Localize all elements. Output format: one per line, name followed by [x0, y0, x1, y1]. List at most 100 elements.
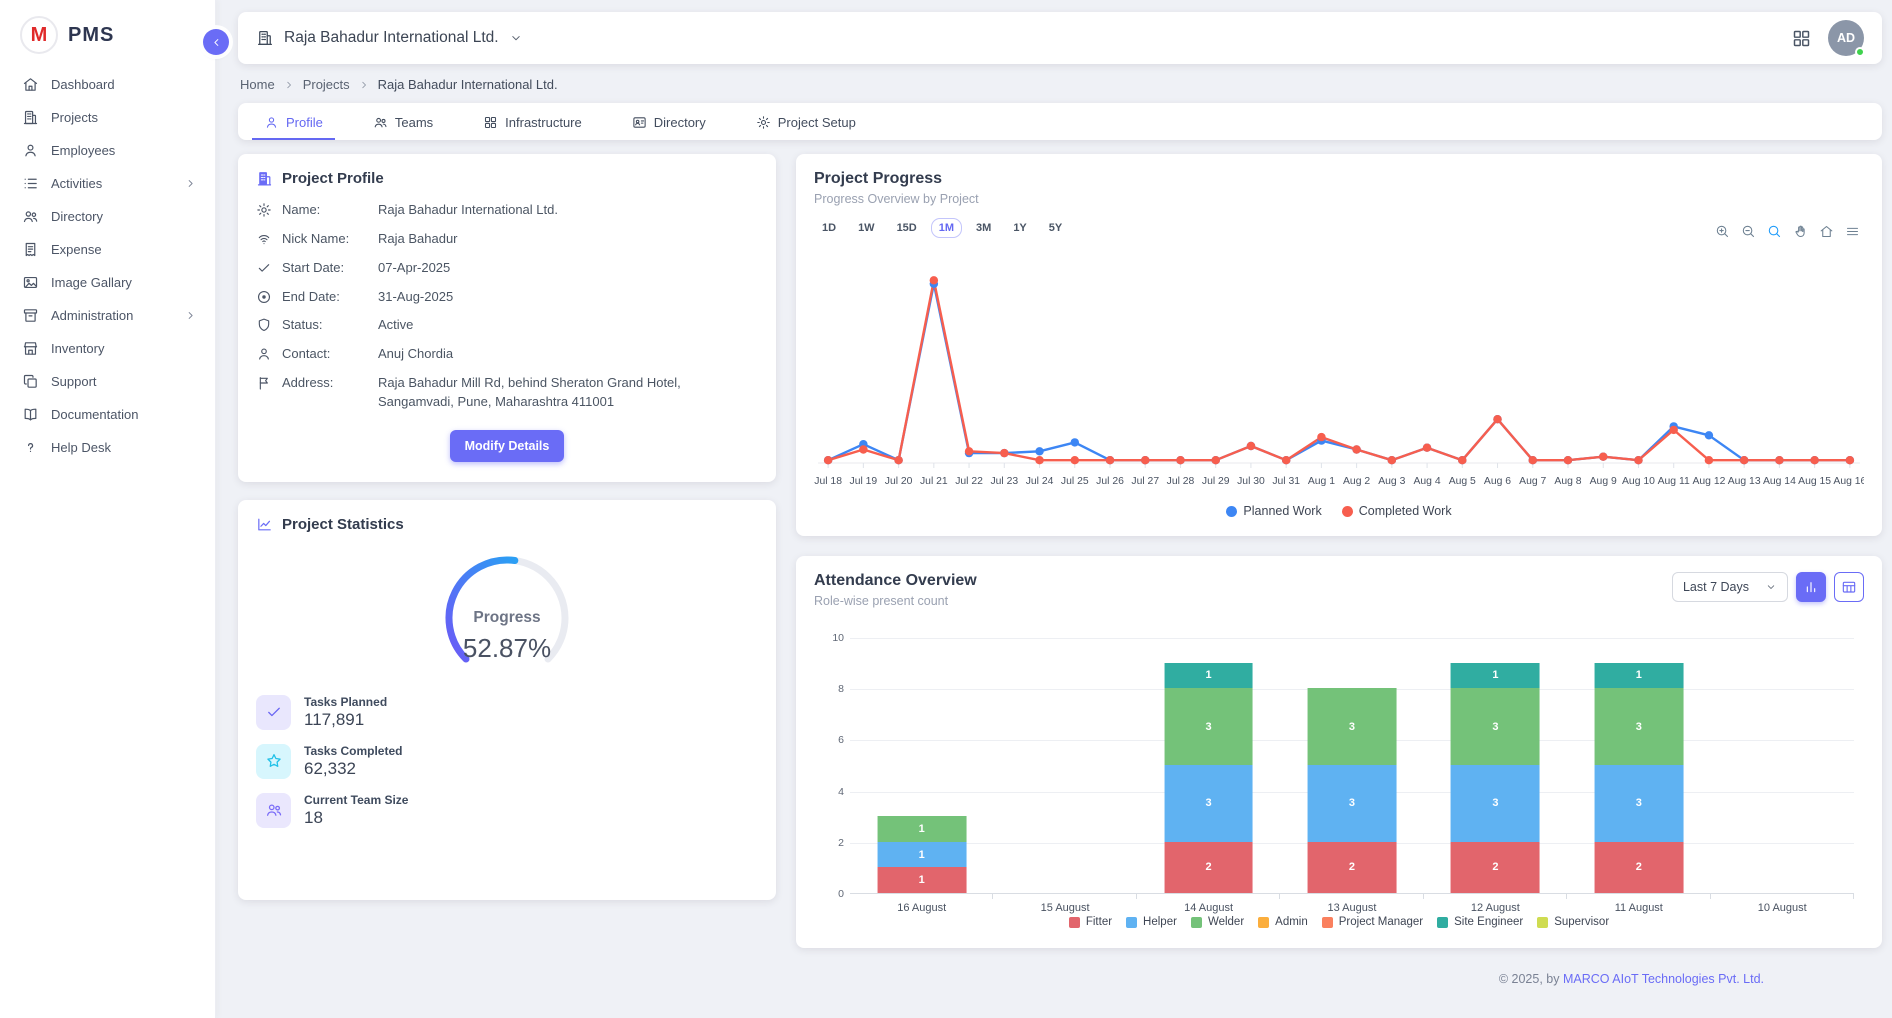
field-label: Start Date:	[282, 259, 368, 275]
sidebar-item-support[interactable]: Support	[0, 365, 215, 398]
attendance-range-select[interactable]: Last 7 Days	[1672, 572, 1788, 602]
breadcrumb-item[interactable]: Projects	[303, 77, 350, 92]
svg-text:Aug 7: Aug 7	[1519, 476, 1546, 487]
range-button-5y[interactable]: 5Y	[1041, 218, 1070, 238]
gauge-value: 52.87%	[463, 633, 551, 663]
bar-view-toggle[interactable]	[1796, 572, 1826, 602]
sidebar-item-activities[interactable]: Activities	[0, 167, 215, 200]
building-filled-icon	[256, 170, 273, 187]
legend-project-manager[interactable]: Project Manager	[1322, 916, 1423, 928]
contact-card-icon	[632, 115, 647, 130]
range-button-3m[interactable]: 3M	[968, 218, 999, 238]
sidebar-item-image-gallary[interactable]: Image Gallary	[0, 266, 215, 299]
tab-profile[interactable]: Profile	[252, 106, 335, 140]
attendance-card-title: Attendance Overview	[814, 572, 977, 590]
bar-segment-welder: 3	[1308, 688, 1397, 765]
breadcrumb-item[interactable]: Home	[240, 77, 275, 92]
circle-dot-icon	[256, 289, 272, 305]
company-selector[interactable]: Raja Bahadur International Ltd.	[256, 29, 523, 47]
bar-column	[993, 638, 1136, 893]
x-axis-label: 14 August	[1137, 902, 1280, 914]
zoom-in-icon[interactable]	[1715, 224, 1730, 239]
svg-text:Jul 19: Jul 19	[850, 476, 878, 487]
tab-project-setup[interactable]: Project Setup	[744, 106, 868, 140]
sidebar-item-directory[interactable]: Directory	[0, 200, 215, 233]
chart-line-icon	[256, 516, 273, 533]
shield-icon	[256, 317, 272, 333]
range-button-1y[interactable]: 1Y	[1005, 218, 1034, 238]
company-name: Raja Bahadur International Ltd.	[284, 29, 499, 47]
legend-planned-work[interactable]: Planned Work	[1226, 504, 1321, 518]
pan-icon[interactable]	[1793, 224, 1808, 239]
svg-text:Aug 1: Aug 1	[1308, 476, 1335, 487]
progress-card-title: Project Progress	[814, 170, 1864, 188]
x-axis-label: 12 August	[1424, 902, 1567, 914]
menu-icon[interactable]	[1845, 224, 1860, 239]
legend-admin[interactable]: Admin	[1258, 916, 1308, 928]
apps-grid-icon[interactable]	[1791, 28, 1812, 49]
sidebar-item-employees[interactable]: Employees	[0, 134, 215, 167]
chevron-left-icon	[210, 36, 223, 49]
company-link[interactable]: MARCO AIoT Technologies Pvt. Ltd.	[1563, 972, 1764, 986]
gear-icon	[756, 115, 771, 130]
svg-text:Aug 3: Aug 3	[1378, 476, 1405, 487]
modify-details-button[interactable]: Modify Details	[450, 430, 565, 462]
zoom-out-icon[interactable]	[1741, 224, 1756, 239]
field-value: 07-Apr-2025	[378, 259, 450, 278]
sidebar-item-administration[interactable]: Administration	[0, 299, 215, 332]
legend-swatch	[1191, 917, 1202, 928]
tab-label: Infrastructure	[505, 115, 582, 130]
sidebar-item-projects[interactable]: Projects	[0, 101, 215, 134]
legend-site-engineer[interactable]: Site Engineer	[1437, 916, 1523, 928]
legend-supervisor[interactable]: Supervisor	[1537, 916, 1609, 928]
range-button-15d[interactable]: 15D	[889, 218, 925, 238]
sidebar-item-expense[interactable]: Expense	[0, 233, 215, 266]
sidebar-item-help-desk[interactable]: Help Desk	[0, 431, 215, 464]
tab-label: Teams	[395, 115, 433, 130]
stat-label: Tasks Completed	[304, 744, 402, 758]
legend-label: Helper	[1143, 916, 1177, 928]
svg-text:Jul 25: Jul 25	[1061, 476, 1089, 487]
selection-zoom-icon[interactable]	[1767, 224, 1782, 239]
legend-completed-work[interactable]: Completed Work	[1342, 504, 1452, 518]
profile-field-start-date: Start Date: 07-Apr-2025	[256, 259, 758, 278]
attendance-bar-chart: 024681011123312332331233116 August15 Aug…	[850, 638, 1854, 914]
reset-zoom-icon[interactable]	[1819, 224, 1834, 239]
person-icon	[256, 346, 272, 362]
range-button-1m[interactable]: 1M	[931, 218, 962, 238]
tab-infrastructure[interactable]: Infrastructure	[471, 106, 594, 140]
chevron-right-icon	[283, 79, 295, 91]
x-axis-label: 15 August	[993, 902, 1136, 914]
field-label: Status:	[282, 316, 368, 332]
legend-fitter[interactable]: Fitter	[1069, 916, 1112, 928]
tab-directory[interactable]: Directory	[620, 106, 718, 140]
range-button-1d[interactable]: 1D	[814, 218, 844, 238]
table-icon	[1841, 579, 1857, 595]
bar-segment-fitter: 2	[1308, 842, 1397, 893]
field-value: 31-Aug-2025	[378, 288, 453, 307]
bar-segment-fitter: 2	[1594, 842, 1683, 893]
legend-welder[interactable]: Welder	[1191, 916, 1244, 928]
table-view-toggle[interactable]	[1834, 572, 1864, 602]
sidebar-item-documentation[interactable]: Documentation	[0, 398, 215, 431]
home-icon	[22, 76, 39, 93]
legend-swatch	[1437, 917, 1448, 928]
bar-column: 2331	[1567, 638, 1710, 893]
sidebar-item-label: Support	[51, 374, 97, 389]
statistics-card-title: Project Statistics	[282, 516, 404, 533]
sidebar-item-label: Administration	[51, 308, 133, 323]
tab-teams[interactable]: Teams	[361, 106, 445, 140]
range-button-1w[interactable]: 1W	[850, 218, 883, 238]
legend-helper[interactable]: Helper	[1126, 916, 1177, 928]
bar-segment-fitter: 2	[1164, 842, 1253, 893]
sidebar-item-dashboard[interactable]: Dashboard	[0, 68, 215, 101]
field-label: Address:	[282, 374, 368, 390]
sidebar: M PMS DashboardProjectsEmployeesActiviti…	[0, 0, 216, 1018]
bar-segment-site-engineer: 1	[1594, 663, 1683, 689]
chevron-right-icon	[184, 177, 197, 190]
svg-text:Aug 2: Aug 2	[1343, 476, 1370, 487]
online-status-dot	[1855, 47, 1865, 57]
sidebar-item-inventory[interactable]: Inventory	[0, 332, 215, 365]
user-avatar[interactable]: AD	[1828, 20, 1864, 56]
sidebar-collapse-button[interactable]	[203, 29, 229, 55]
